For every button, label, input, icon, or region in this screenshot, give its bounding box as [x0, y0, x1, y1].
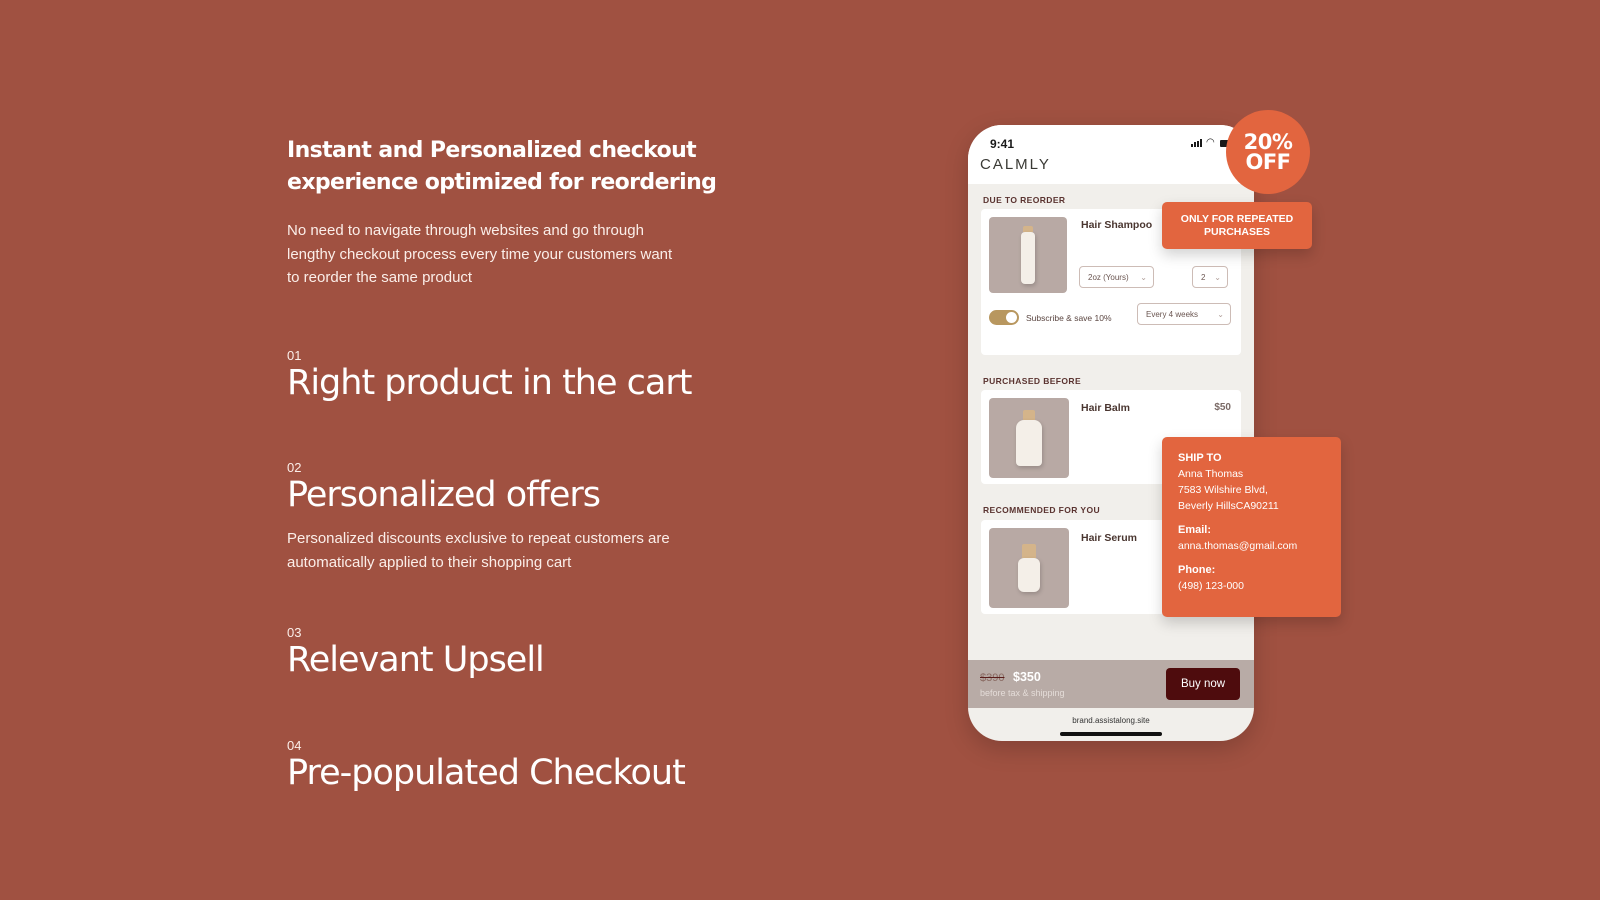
signal-icon	[1191, 139, 1202, 147]
repeat-purchase-tag: ONLY FOR REPEATED PURCHASES	[1162, 202, 1312, 249]
headline: Instant and Personalized checkout experi…	[287, 135, 767, 199]
intro-line: No need to navigate through websites and…	[287, 222, 644, 239]
ship-to-card: SHIP TO Anna Thomas 7583 Wilshire Blvd, …	[1162, 437, 1341, 617]
intro-block: Instant and Personalized checkout experi…	[287, 135, 807, 290]
feature-number: 02	[287, 460, 302, 475]
home-indicator	[1060, 732, 1162, 736]
feature-title: Right product in the cart	[287, 363, 692, 403]
intro-line: lengthy checkout process every time your…	[287, 245, 673, 263]
checkout-bar: $390 $350 before tax & shipping Buy now	[968, 660, 1254, 708]
phone-header: 9:41 ◠ CALMLY	[968, 125, 1254, 184]
email-label: Email:	[1178, 524, 1212, 536]
status-time: 9:41	[990, 137, 1015, 151]
quantity-select[interactable]: 2 ⌄	[1192, 266, 1228, 288]
feature-title: Relevant Upsell	[287, 640, 545, 680]
discount-badge-off: OFF	[1245, 150, 1291, 174]
original-price: $390	[980, 672, 1005, 684]
ship-to-name: Anna Thomas	[1178, 468, 1244, 480]
ship-to-address-line: 7583 Wilshire Blvd,	[1178, 484, 1268, 496]
subscribe-label: Subscribe & save 10%	[1026, 313, 1112, 323]
frequency-select-value: Every 4 weeks	[1146, 309, 1199, 319]
feature-title: Pre-populated Checkout	[287, 753, 686, 793]
discount-badge: 20% OFF	[1226, 110, 1310, 194]
intro-text: No need to navigate through websites and…	[287, 219, 707, 290]
phone-label: Phone:	[1178, 564, 1216, 576]
product-price: $50	[1214, 402, 1231, 413]
bottle-icon	[1021, 226, 1035, 284]
ship-to-heading: SHIP TO	[1178, 452, 1222, 464]
site-url: brand.assistalong.site	[1072, 716, 1150, 725]
feature-item: 01 Right product in the cart	[287, 348, 692, 404]
repeat-tag-line: PURCHASES	[1204, 225, 1270, 238]
toggle-knob	[1006, 312, 1017, 323]
section-label-purchased: PURCHASED BEFORE	[983, 376, 1082, 386]
email-value: anna.thomas@gmail.com	[1178, 540, 1298, 552]
quantity-select-value: 2	[1201, 272, 1206, 282]
frequency-select[interactable]: Every 4 weeks ⌄	[1137, 303, 1231, 325]
feature-description-line: Personalized discounts exclusive to repe…	[287, 530, 670, 547]
product-name: Hair Shampoo	[1081, 219, 1153, 231]
feature-item: 02 Personalized offers Personalized disc…	[287, 461, 707, 574]
feature-title: Personalized offers	[287, 475, 601, 515]
product-name: Hair Serum	[1081, 532, 1138, 544]
wifi-icon: ◠	[1206, 137, 1215, 148]
feature-item: 03 Relevant Upsell	[287, 625, 545, 681]
discounted-price: $350	[1013, 670, 1041, 684]
section-label-recommended: RECOMMENDED FOR YOU	[983, 505, 1101, 515]
bottle-icon	[1016, 410, 1042, 466]
discount-badge-percent: 20%	[1243, 130, 1293, 154]
buy-now-button[interactable]: Buy now	[1166, 668, 1240, 700]
ship-to-address-line: Beverly HillsCA90211	[1178, 500, 1279, 512]
product-name: Hair Balm	[1081, 402, 1131, 414]
tax-note: before tax & shipping	[980, 688, 1065, 698]
chevron-down-icon: ⌄	[1214, 272, 1221, 282]
section-label-reorder: DUE TO REORDER	[983, 195, 1066, 205]
phone-value: (498) 123-000	[1178, 580, 1244, 592]
headline-line: experience optimized for reordering	[287, 170, 717, 195]
status-icons: ◠	[1191, 137, 1230, 148]
chevron-down-icon: ⌄	[1140, 272, 1147, 282]
product-image-balm[interactable]	[989, 398, 1069, 478]
size-select-value: 2oz (Yours)	[1088, 272, 1129, 282]
feature-description-line: automatically applied to their shopping …	[287, 553, 572, 571]
subscribe-toggle[interactable]	[989, 310, 1019, 325]
feature-item: 04 Pre-populated Checkout	[287, 738, 686, 794]
product-image-shampoo[interactable]	[989, 217, 1067, 293]
bottle-icon	[1018, 544, 1040, 592]
feature-number: 03	[287, 625, 302, 640]
intro-line: to reorder the same product	[287, 269, 473, 286]
chevron-down-icon: ⌄	[1217, 309, 1224, 319]
headline-line: Instant and Personalized checkout	[287, 138, 697, 163]
feature-number: 04	[287, 738, 302, 753]
brand-logo: CALMLY	[980, 156, 1051, 173]
size-select[interactable]: 2oz (Yours) ⌄	[1079, 266, 1154, 288]
product-image-serum[interactable]	[989, 528, 1069, 608]
feature-number: 01	[287, 348, 302, 363]
repeat-tag-line: ONLY FOR REPEATED	[1180, 212, 1294, 225]
feature-description: Personalized discounts exclusive to repe…	[287, 527, 707, 574]
